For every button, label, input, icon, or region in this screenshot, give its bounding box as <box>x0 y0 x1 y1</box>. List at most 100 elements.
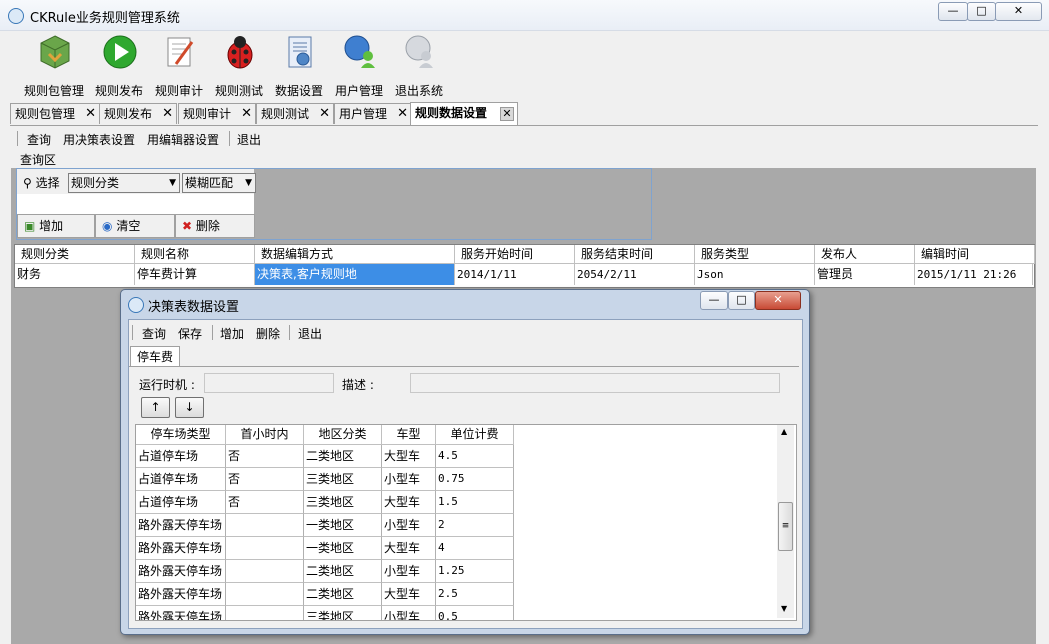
column-header[interactable]: 数据编辑方式 <box>255 245 455 264</box>
scroll-up-icon[interactable]: ▲ <box>781 427 787 436</box>
dialog-menu-save[interactable]: 保存 <box>178 325 202 342</box>
category-select[interactable]: 规则分类 ▼ <box>68 173 180 193</box>
table-cell[interactable]: 路外露天停车场 <box>136 560 226 583</box>
dialog-menu-add[interactable]: 增加 <box>220 325 244 342</box>
toolbar-users-button[interactable]: 用户管理 <box>329 31 389 99</box>
dialog-close-button[interactable]: ✕ <box>755 291 801 310</box>
scroll-down-icon[interactable]: ▼ <box>781 604 787 613</box>
add-button[interactable]: ▣ 增加 <box>17 214 95 238</box>
toolbar-data-settings-button[interactable]: 数据设置 <box>269 31 329 99</box>
vertical-scrollbar[interactable]: ▲ ≡ ▼ <box>777 425 794 618</box>
delete-button[interactable]: ✖ 删除 <box>175 214 255 238</box>
table-cell[interactable]: 占道停车场 <box>136 468 226 491</box>
table-cell[interactable]: 大型车 <box>382 491 436 514</box>
column-header[interactable]: 地区分类 <box>304 425 382 445</box>
dialog-menu-delete[interactable]: 删除 <box>256 325 280 342</box>
table-cell[interactable]: 2 <box>436 514 514 537</box>
table-cell[interactable]: 二类地区 <box>304 445 382 468</box>
tab-package-management[interactable]: 规则包管理 ✕ <box>10 103 100 124</box>
grid-cell[interactable]: Json <box>695 264 815 285</box>
table-cell[interactable]: 小型车 <box>382 606 436 620</box>
grid-cell[interactable]: 管理员 <box>815 264 915 285</box>
description-field[interactable] <box>410 373 780 393</box>
table-cell[interactable] <box>226 560 304 583</box>
column-header[interactable]: 发布人 <box>815 245 915 264</box>
query-input[interactable] <box>17 194 254 214</box>
grid-cell-selected[interactable]: 决策表,客户规则地 <box>255 264 455 285</box>
table-cell[interactable]: 0.5 <box>436 606 514 620</box>
table-cell[interactable]: 2.5 <box>436 583 514 606</box>
toolbar-test-button[interactable]: 规则测试 <box>209 31 269 99</box>
menu-exit[interactable]: 退出 <box>237 131 261 148</box>
toolbar-audit-button[interactable]: 规则审计 <box>149 31 209 99</box>
maximize-button[interactable]: □ <box>967 2 996 21</box>
close-tab-icon[interactable]: ✕ <box>241 104 252 124</box>
scroll-thumb[interactable]: ≡ <box>778 502 793 551</box>
table-cell[interactable]: 三类地区 <box>304 491 382 514</box>
table-cell[interactable]: 大型车 <box>382 583 436 606</box>
close-button[interactable]: ✕ <box>995 2 1042 21</box>
grid-cell[interactable]: 财务 <box>15 264 135 285</box>
column-header[interactable]: 车型 <box>382 425 436 445</box>
table-cell[interactable] <box>226 537 304 560</box>
run-time-field[interactable] <box>204 373 334 393</box>
tab-user-management[interactable]: 用户管理 ✕ <box>334 103 412 124</box>
table-cell[interactable]: 路外露天停车场 <box>136 537 226 560</box>
table-cell[interactable]: 占道停车场 <box>136 445 226 468</box>
table-cell[interactable]: 小型车 <box>382 560 436 583</box>
table-cell[interactable]: 否 <box>226 445 304 468</box>
minimize-button[interactable]: — <box>938 2 968 21</box>
table-cell[interactable]: 小型车 <box>382 514 436 537</box>
table-cell[interactable]: 路外露天停车场 <box>136 583 226 606</box>
table-cell[interactable]: 二类地区 <box>304 583 382 606</box>
toolbar-publish-button[interactable]: 规则发布 <box>89 31 149 99</box>
close-tab-icon[interactable]: ✕ <box>85 104 96 124</box>
table-cell[interactable]: 三类地区 <box>304 468 382 491</box>
table-cell[interactable]: 一类地区 <box>304 514 382 537</box>
grid-cell[interactable]: 停车费计算 <box>135 264 255 285</box>
close-tab-icon[interactable]: ✕ <box>319 104 330 124</box>
table-cell[interactable]: 路外露天停车场 <box>136 514 226 537</box>
table-cell[interactable]: 1.25 <box>436 560 514 583</box>
table-cell[interactable]: 4.5 <box>436 445 514 468</box>
dialog-minimize-button[interactable]: — <box>700 291 728 310</box>
clear-button[interactable]: ◉ 清空 <box>95 214 175 238</box>
table-cell[interactable] <box>226 514 304 537</box>
column-header[interactable]: 单位计费 <box>436 425 514 445</box>
column-header[interactable]: 规则名称 <box>135 245 255 264</box>
close-tab-icon[interactable]: ✕ <box>162 104 173 124</box>
dialog-menu-exit[interactable]: 退出 <box>298 325 322 342</box>
column-header[interactable]: 停车场类型 <box>136 425 226 445</box>
dialog-maximize-button[interactable]: □ <box>728 291 755 310</box>
toolbar-package-button[interactable]: 规则包管理 <box>24 31 84 99</box>
move-up-button[interactable]: ↑ <box>141 397 170 418</box>
grid-cell[interactable]: 2054/2/11 <box>575 264 695 285</box>
table-cell[interactable]: 一类地区 <box>304 537 382 560</box>
column-header[interactable]: 服务开始时间 <box>455 245 575 264</box>
tab-rule-publish[interactable]: 规则发布 ✕ <box>99 103 177 124</box>
grid-cell[interactable]: 2015/1/11 21:26 <box>915 264 1033 285</box>
column-header[interactable]: 服务结束时间 <box>575 245 695 264</box>
move-down-button[interactable]: ↓ <box>175 397 204 418</box>
column-header[interactable]: 编辑时间 <box>915 245 1035 264</box>
table-cell[interactable]: 0.75 <box>436 468 514 491</box>
menu-decision-table-setting[interactable]: 用决策表设置 <box>63 131 135 148</box>
table-cell[interactable]: 占道停车场 <box>136 491 226 514</box>
table-cell[interactable]: 大型车 <box>382 445 436 468</box>
tab-rule-audit[interactable]: 规则审计 ✕ <box>178 103 256 124</box>
table-cell[interactable]: 三类地区 <box>304 606 382 620</box>
table-cell[interactable]: 二类地区 <box>304 560 382 583</box>
toolbar-exit-button[interactable]: 退出系统 <box>389 31 449 99</box>
column-header[interactable]: 首小时内 <box>226 425 304 445</box>
table-cell[interactable]: 否 <box>226 468 304 491</box>
table-cell[interactable]: 否 <box>226 491 304 514</box>
table-cell[interactable]: 大型车 <box>382 537 436 560</box>
match-mode-select[interactable]: 模糊匹配 ▼ <box>182 173 256 193</box>
table-cell[interactable]: 小型车 <box>382 468 436 491</box>
table-cell[interactable]: 4 <box>436 537 514 560</box>
grid-cell[interactable]: 2014/1/11 <box>455 264 575 285</box>
column-header[interactable]: 服务类型 <box>695 245 815 264</box>
dialog-menu-query[interactable]: 查询 <box>142 325 166 342</box>
tab-parking-fee[interactable]: 停车费 <box>130 346 180 367</box>
column-header[interactable]: 规则分类 <box>15 245 135 264</box>
